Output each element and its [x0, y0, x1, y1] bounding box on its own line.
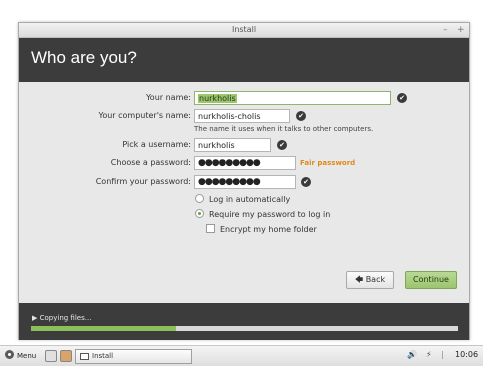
- confirm-valid-icon: ✔: [301, 177, 311, 187]
- password-label: Choose a password:: [110, 158, 191, 167]
- name-row: Your name:: [19, 91, 191, 105]
- network-icon[interactable]: ⚡: [426, 350, 432, 359]
- name-field[interactable]: nurkholis: [194, 91, 391, 105]
- close-button[interactable]: +: [457, 25, 465, 35]
- window-icon: [80, 353, 89, 360]
- login-auto-radio[interactable]: [195, 194, 204, 203]
- password-strength-label: Fair password: [300, 159, 356, 167]
- clock[interactable]: 10:06: [455, 350, 478, 359]
- computer-valid-icon: ✔: [296, 111, 306, 121]
- show-desktop-icon[interactable]: [45, 350, 57, 362]
- login-auto-label: Log in automatically: [209, 195, 291, 204]
- confirm-password-field[interactable]: ●●●●●●●●●: [194, 175, 296, 189]
- username-label: Pick a username:: [122, 140, 191, 149]
- computer-name-field[interactable]: nurkholis-cholis: [194, 109, 290, 123]
- login-require-label: Require my password to log in: [209, 210, 331, 219]
- status-label: Copying files...: [39, 314, 92, 322]
- tray-separator: |: [441, 350, 444, 359]
- username-field[interactable]: nurkholis: [194, 138, 271, 152]
- encrypt-checkbox[interactable]: [206, 224, 215, 233]
- progress-bar: [31, 326, 458, 331]
- minimize-button[interactable]: –: [443, 25, 448, 35]
- encrypt-label: Encrypt my home folder: [220, 225, 317, 234]
- confirm-label: Confirm your password:: [95, 177, 191, 186]
- back-button[interactable]: 🡄 Back: [346, 271, 394, 289]
- taskbar-window-label: Install: [92, 352, 114, 360]
- mint-menu-icon: [5, 350, 14, 359]
- password-row: Choose a password:: [19, 156, 191, 170]
- back-button-label: Back: [365, 275, 386, 284]
- computer-row: Your computer's name:: [19, 109, 192, 123]
- computer-label: Your computer's name:: [98, 111, 192, 120]
- window-titlebar[interactable]: Install – +: [19, 23, 469, 38]
- volume-icon[interactable]: 🔊: [407, 350, 417, 359]
- name-valid-icon: ✔: [397, 93, 407, 103]
- confirm-row: Confirm your password:: [19, 175, 191, 189]
- installer-window: Install – + Who are you? Your name: nurk…: [18, 22, 470, 340]
- continue-button[interactable]: Continue: [405, 271, 457, 289]
- encrypt-option[interactable]: Encrypt my home folder: [206, 224, 317, 236]
- install-status-bar: ▶ Copying files...: [19, 303, 469, 340]
- username-valid-icon: ✔: [277, 140, 287, 150]
- progress-fill: [31, 326, 177, 331]
- password-field[interactable]: ●●●●●●●●●: [194, 156, 296, 170]
- name-label: Your name:: [145, 93, 191, 102]
- login-auto-option[interactable]: Log in automatically: [195, 194, 290, 206]
- login-require-option[interactable]: Require my password to log in: [195, 209, 330, 221]
- window-title: Install: [231, 25, 257, 34]
- taskbar: Menu Install 🔊 ⚡ | 10:06: [0, 345, 483, 366]
- username-row: Pick a username:: [19, 138, 191, 152]
- status-text: ▶ Copying files...: [32, 314, 91, 322]
- taskbar-install-window[interactable]: Install: [75, 349, 192, 364]
- computer-name-hint: The name it uses when it talks to other …: [194, 125, 374, 133]
- login-require-radio[interactable]: [195, 209, 204, 218]
- file-manager-icon[interactable]: [60, 350, 72, 362]
- page-header: Who are you?: [19, 38, 469, 82]
- menu-button[interactable]: Menu: [5, 349, 36, 363]
- desktop: Install – + Who are you? Your name: nurk…: [0, 0, 483, 366]
- back-arrow-icon: 🡄: [354, 275, 364, 284]
- page-title: Who are you?: [31, 48, 137, 67]
- name-field-value: nurkholis: [198, 94, 237, 103]
- status-arrow-icon: ▶: [32, 314, 38, 322]
- menu-label: Menu: [17, 352, 37, 360]
